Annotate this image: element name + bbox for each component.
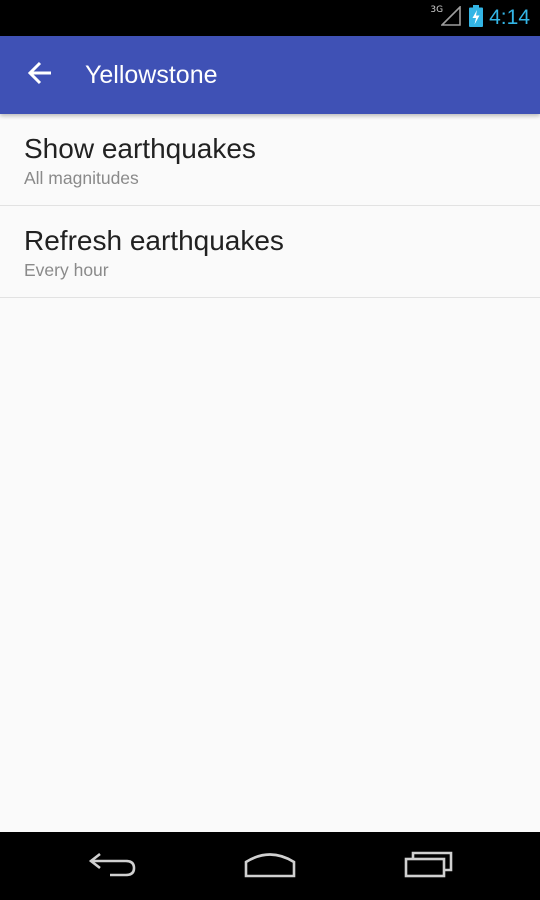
- nav-home-button[interactable]: [215, 832, 325, 900]
- signal-icon: [440, 5, 461, 30]
- battery-charging-icon: [469, 5, 484, 31]
- recent-apps-icon: [403, 849, 455, 883]
- back-button[interactable]: [12, 47, 68, 103]
- pref-title: Show earthquakes: [24, 133, 256, 164]
- home-icon: [243, 849, 297, 883]
- page-title: Yellowstone: [85, 60, 218, 89]
- navigation-bar: [0, 832, 540, 900]
- preferences-list: Show earthquakes All magnitudes Refresh …: [0, 114, 540, 298]
- clock: 4:14: [489, 6, 530, 29]
- back-icon: [88, 849, 138, 883]
- pref-title: Refresh earthquakes: [24, 225, 284, 256]
- nav-back-button[interactable]: [58, 832, 168, 900]
- status-bar: 3G 4:14: [0, 0, 540, 36]
- nav-recent-apps-button[interactable]: [374, 832, 484, 900]
- pref-summary: Every hour: [24, 260, 109, 280]
- pref-show-earthquakes[interactable]: Show earthquakes All magnitudes: [0, 114, 540, 206]
- network-type-label: 3G: [430, 5, 444, 15]
- app-bar: Yellowstone: [0, 36, 540, 114]
- pref-refresh-earthquakes[interactable]: Refresh earthquakes Every hour: [0, 206, 540, 298]
- arrow-back-icon: [27, 60, 53, 90]
- pref-summary: All magnitudes: [24, 168, 139, 188]
